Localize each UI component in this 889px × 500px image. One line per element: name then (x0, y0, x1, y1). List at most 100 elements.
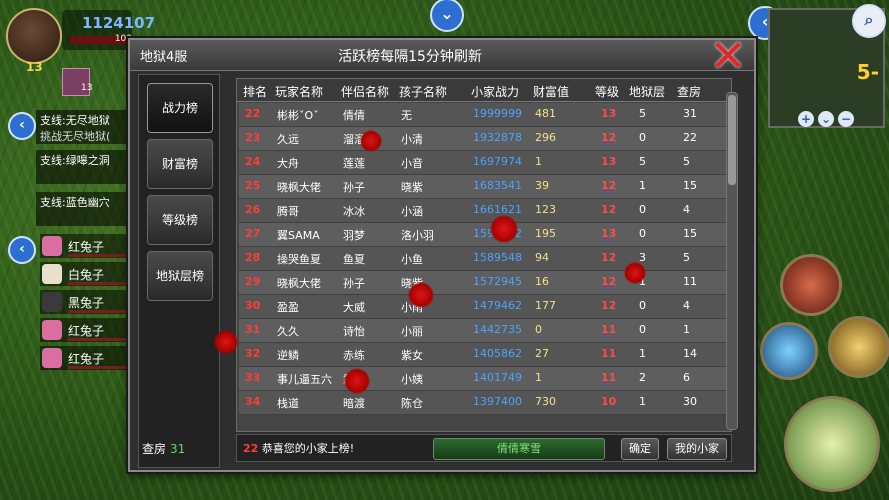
cell-power: 1932878 (473, 131, 522, 144)
ranking-table: 排名 玩家名称 伴侣名称 孩子名称 小家战力 财富值 等级 地狱层 查房 22 彬… (236, 78, 732, 432)
my-rank: 22 (243, 442, 259, 455)
cell-partner: 羽梦 (343, 229, 365, 242)
pet-item[interactable]: 红兔子 (40, 346, 136, 370)
pet-hp (68, 254, 132, 257)
table-row[interactable]: 30 盈盈 大威 小雨 1479462 177 12 0 4 (239, 295, 727, 319)
cell-player: 事儿逼五六 (277, 373, 332, 386)
table-row[interactable]: 29 晓枫大佬 孙子 晓紫 1572945 16 12 1 11 (239, 271, 727, 295)
cell-level: 12 (601, 179, 617, 192)
cell-child: 小姨 (401, 373, 423, 386)
cell-rank: 22 (245, 107, 261, 120)
pet-hp (68, 282, 132, 285)
cell-child: 小音 (401, 157, 423, 170)
table-scrollbar[interactable] (726, 92, 738, 430)
buff-icon[interactable]: 13 (62, 68, 92, 96)
attack-button[interactable] (784, 396, 880, 492)
close-x-icon[interactable]: ✕ (707, 35, 749, 79)
cell-child: 无 (401, 109, 412, 122)
cell-partner: 鱼夏 (343, 253, 365, 266)
cell-child: 晓紫 (401, 181, 423, 194)
cell-room: 5 (683, 251, 690, 264)
table-row[interactable]: 33事儿逼五六霖霖小姨140174911126 (239, 367, 727, 391)
cell-power: 1589548 (473, 251, 522, 264)
skill-icon[interactable] (828, 316, 889, 378)
cell-wealth: 123 (535, 203, 556, 216)
minimap-plus-icon[interactable]: + (798, 111, 814, 127)
cell-level: 12 (601, 299, 617, 312)
rabbit-icon (42, 320, 62, 340)
pet-item[interactable]: 黑兔子 (40, 290, 136, 314)
footer-message: 22 恭喜您的小家上榜! (243, 440, 354, 456)
cell-hell: 0 (639, 227, 646, 240)
cell-hell: 0 (639, 131, 646, 144)
pet-item[interactable]: 红兔子 (40, 234, 136, 258)
col-power: 小家战力 (471, 85, 520, 99)
panel-title: 活跃榜每隔15分钟刷新 (338, 49, 482, 65)
player-level: 13 (26, 60, 43, 74)
cell-player: 栈道 (277, 397, 299, 410)
col-child: 孩子名称 (399, 85, 448, 99)
cell-hell: 5 (639, 155, 646, 168)
partner-name-button[interactable]: 倩倩寒雪 (433, 438, 605, 460)
col-level: 等级 (595, 85, 620, 99)
cell-level: 13 (601, 107, 617, 120)
player-portrait[interactable]: 13 (6, 8, 62, 74)
pet-name: 红兔子 (68, 352, 105, 366)
pet-item[interactable]: 白兔子 (40, 262, 136, 286)
cell-power: 1683541 (473, 179, 522, 192)
table-row[interactable]: 26 腾哥 冰冰 小涵 1661621 123 12 0 4 (239, 199, 727, 223)
cell-partner: 莲莲 (343, 157, 365, 170)
cell-room: 5 (683, 155, 690, 168)
cell-level: 12 (601, 251, 617, 264)
table-row[interactable]: 34 栈道 暗渡 陈仓 1397400 730 10 1 30 (239, 391, 727, 415)
rabbit-icon (42, 236, 62, 256)
cell-room: 15 (683, 227, 697, 240)
cell-child: 洛小羽 (401, 229, 434, 242)
col-player: 玩家名称 (275, 85, 324, 99)
table-row[interactable]: 23 久远 溜溜 小清 1932878 296 12 0 22 (239, 127, 727, 151)
cell-rank: 34 (245, 395, 261, 408)
tab-power[interactable]: 战力榜 (147, 83, 213, 133)
pet-name: 白兔子 (68, 268, 105, 282)
table-row[interactable]: 31 久久 诗怡 小丽 1442735 0 11 0 1 (239, 319, 727, 343)
cell-wealth: 1 (535, 371, 542, 384)
table-row[interactable]: 22 彬彬ˇOˇ 倩倩 无 1999999 481 13 5 31 (239, 103, 727, 127)
minimap-minus-icon[interactable]: − (838, 111, 854, 127)
blood-splat (214, 330, 238, 354)
collapse-pets-icon[interactable]: ‹ (8, 236, 36, 264)
confirm-button[interactable]: 确定 (621, 438, 659, 460)
cell-wealth: 177 (535, 299, 556, 312)
cell-level: 11 (601, 347, 617, 360)
quest-sub: 挑战无尽地狱( (40, 130, 111, 143)
tab-wealth[interactable]: 财富榜 (147, 139, 213, 189)
collapse-quests-icon[interactable]: ‹ (8, 112, 36, 140)
rabbit-icon (42, 292, 62, 312)
scroll-thumb[interactable] (728, 95, 736, 185)
pet-name: 红兔子 (68, 240, 105, 254)
table-row[interactable]: 24 大舟 莲莲 小音 1697974 1 13 5 5 (239, 151, 727, 175)
panel-footer: 22 恭喜您的小家上榜! 倩倩寒雪 确定 我的小家 (236, 434, 732, 462)
tab-hell[interactable]: 地狱层榜 (147, 251, 213, 301)
cell-power: 1999999 (473, 107, 522, 120)
tab-level[interactable]: 等级榜 (147, 195, 213, 245)
table-row[interactable]: 28 操哭鱼夏 鱼夏 小鱼 1589548 94 12 3 5 (239, 247, 727, 271)
table-row[interactable]: 27翼SAMA羽梦洛小羽159620219513015 (239, 223, 727, 247)
cell-room: 1 (683, 323, 690, 336)
pet-item[interactable]: 红兔子 (40, 318, 136, 342)
cell-rank: 31 (245, 323, 261, 336)
pet-hp (68, 366, 132, 369)
cell-level: 11 (601, 323, 617, 336)
cell-hell: 0 (639, 323, 646, 336)
skill-icon[interactable] (780, 254, 842, 316)
cell-rank: 28 (245, 251, 261, 264)
minimap-down-icon[interactable]: ⌄ (818, 111, 834, 127)
skill-icon[interactable] (760, 322, 818, 380)
search-icon[interactable]: ⌕ (852, 4, 886, 38)
table-row[interactable]: 32 逆鳞 赤练 紫女 1405862 27 11 1 14 (239, 343, 727, 367)
col-room: 查房 (677, 85, 702, 99)
cell-power: 1397400 (473, 395, 522, 408)
table-row[interactable]: 25 晓枫大佬 孙子 晓紫 1683541 39 12 1 15 (239, 175, 727, 199)
cell-power: 1479462 (473, 299, 522, 312)
my-home-button[interactable]: 我的小家 (667, 438, 727, 460)
rabbit-icon (42, 348, 62, 368)
